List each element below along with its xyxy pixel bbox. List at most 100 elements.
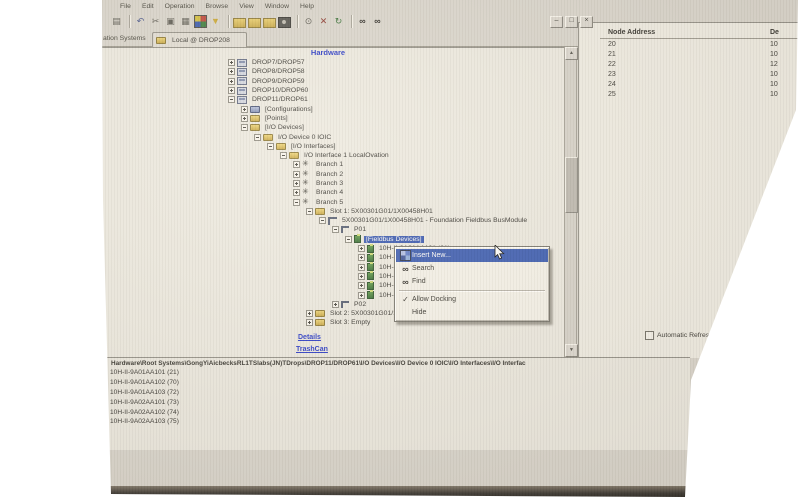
- menu-item[interactable]: Window: [265, 3, 289, 10]
- minus-expander-icon[interactable]: [254, 134, 261, 141]
- minus-expander-icon[interactable]: [267, 143, 274, 150]
- tree-item[interactable]: I/O Interface 1 LocalOvation: [93, 151, 561, 160]
- folder-up-icon[interactable]: [263, 18, 276, 28]
- paste-icon[interactable]: ▦: [179, 15, 192, 28]
- list-item[interactable]: 10H-II-9A02AA101 (73): [97, 397, 690, 407]
- menu-item[interactable]: File: [120, 3, 131, 10]
- plus-expander-icon[interactable]: [358, 264, 365, 271]
- scrollbar-thumb[interactable]: [565, 157, 578, 213]
- tree-scrollbar[interactable]: ▲ ▼: [564, 47, 577, 357]
- tree-item[interactable]: 5X00301G01/1X00458H01 - Foundation Field…: [93, 216, 561, 225]
- node-address-header[interactable]: Node Address: [600, 29, 770, 36]
- minus-expander-icon[interactable]: [345, 236, 352, 243]
- minimize-icon[interactable]: –: [550, 16, 563, 28]
- menu-item[interactable]: Edit: [142, 3, 154, 10]
- tree-item[interactable]: [Fieldbus Devices]: [93, 235, 561, 244]
- minus-expander-icon[interactable]: [280, 152, 287, 159]
- table-row[interactable]: 2010: [600, 39, 800, 49]
- context-menu-item[interactable]: Insert New...: [396, 249, 548, 262]
- tree-item[interactable]: [I/O Devices]: [93, 123, 561, 132]
- tree-item[interactable]: Branch 3: [93, 179, 561, 188]
- tree-item[interactable]: DROP8/DROP58: [93, 67, 561, 76]
- tree-item[interactable]: Branch 4: [93, 188, 561, 197]
- tree-item[interactable]: Branch 2: [93, 170, 561, 179]
- cut-icon[interactable]: ✂: [149, 15, 162, 28]
- delete-icon[interactable]: ✕: [317, 15, 330, 28]
- device-header[interactable]: De: [770, 29, 800, 36]
- table-row[interactable]: 2212: [600, 59, 800, 69]
- menu-item[interactable]: Operation: [165, 3, 195, 10]
- tree-item[interactable]: DROP10/DROP60: [93, 86, 561, 95]
- menu-item[interactable]: Help: [300, 3, 314, 10]
- list-item[interactable]: 10H-II-9A02AA102 (74): [97, 407, 690, 417]
- tree-item[interactable]: DROP11/DROP61: [93, 95, 561, 104]
- context-menu-item[interactable]: Hide: [396, 306, 548, 319]
- automatic-refresh-checkbox[interactable]: [645, 331, 654, 340]
- plus-expander-icon[interactable]: [228, 78, 235, 85]
- plus-expander-icon[interactable]: [293, 180, 300, 187]
- plus-expander-icon[interactable]: [306, 310, 313, 317]
- menu-item[interactable]: Browse: [206, 3, 229, 10]
- plus-expander-icon[interactable]: [228, 68, 235, 75]
- tree-item[interactable]: [Configurations]: [93, 104, 561, 113]
- context-menu-item[interactable]: Find: [396, 275, 548, 288]
- minus-expander-icon[interactable]: [332, 226, 339, 233]
- plus-expander-icon[interactable]: [241, 106, 248, 113]
- context-menu-item[interactable]: Search: [396, 262, 548, 275]
- tree-item[interactable]: Branch 5: [93, 197, 561, 206]
- table-row[interactable]: 2110: [600, 49, 800, 59]
- refresh-icon[interactable]: ↻: [332, 15, 345, 28]
- print-icon[interactable]: ▤: [110, 15, 123, 28]
- restore-icon[interactable]: □: [565, 16, 578, 28]
- minus-expander-icon[interactable]: [228, 96, 235, 103]
- plus-expander-icon[interactable]: [293, 171, 300, 178]
- tree-item[interactable]: Slot 1: 5X00301G01/1X00458H01: [93, 207, 561, 216]
- list-item[interactable]: 10H-II-9A01AA102 (70): [97, 378, 690, 388]
- tree-item[interactable]: [I/O Interfaces]: [93, 142, 561, 151]
- trashcan-link[interactable]: TrashCan: [296, 346, 328, 353]
- plus-expander-icon[interactable]: [358, 245, 365, 252]
- list-item[interactable]: 10H-II-9A02AA103 (75): [97, 417, 690, 427]
- minus-expander-icon[interactable]: [241, 124, 248, 131]
- plus-expander-icon[interactable]: [358, 273, 365, 280]
- tree-item[interactable]: Branch 1: [93, 160, 561, 169]
- filter-icon[interactable]: ▼: [209, 15, 222, 28]
- folder-open-icon[interactable]: [233, 18, 246, 28]
- list-item[interactable]: 10H-II-9A01AA103 (72): [97, 388, 690, 398]
- tree-item[interactable]: DROP9/DROP59: [93, 77, 561, 86]
- table-row[interactable]: 2410: [600, 79, 800, 89]
- details-link[interactable]: Details: [298, 334, 321, 341]
- undo-icon[interactable]: ↶: [134, 15, 147, 28]
- palette-icon[interactable]: [194, 15, 207, 28]
- close-icon[interactable]: ×: [580, 16, 593, 28]
- scroll-up-icon[interactable]: ▲: [565, 47, 578, 60]
- plus-expander-icon[interactable]: [293, 189, 300, 196]
- plus-expander-icon[interactable]: [306, 319, 313, 326]
- tree-item[interactable]: DROP7/DROP57: [93, 58, 561, 67]
- folder-new-icon[interactable]: [248, 18, 261, 28]
- table-row[interactable]: 2510: [600, 89, 800, 99]
- tree-item[interactable]: P01: [93, 225, 561, 234]
- tree-item[interactable]: [Points]: [93, 114, 561, 123]
- zoom-icon[interactable]: ⊙: [302, 15, 315, 28]
- plus-expander-icon[interactable]: [228, 59, 235, 66]
- scroll-down-icon[interactable]: ▼: [565, 344, 578, 357]
- minus-expander-icon[interactable]: [319, 217, 326, 224]
- tree-item[interactable]: I/O Device 0 IOIC: [93, 132, 561, 141]
- find-next-icon[interactable]: ∞: [371, 15, 384, 28]
- context-menu-item[interactable]: ✓Allow Docking: [396, 293, 548, 306]
- tab-local-drop208[interactable]: Local @ DROP208: [152, 32, 247, 47]
- binoculars-icon[interactable]: ∞: [356, 15, 369, 28]
- plus-expander-icon[interactable]: [241, 115, 248, 122]
- copy-icon[interactable]: ▣: [164, 15, 177, 28]
- minus-expander-icon[interactable]: [306, 208, 313, 215]
- plus-expander-icon[interactable]: [358, 254, 365, 261]
- minus-expander-icon[interactable]: [293, 199, 300, 206]
- plus-expander-icon[interactable]: [358, 282, 365, 289]
- plus-expander-icon[interactable]: [358, 292, 365, 299]
- plus-expander-icon[interactable]: [332, 301, 339, 308]
- list-item[interactable]: 10H-II-9A01AA101 (21): [97, 368, 690, 378]
- table-row[interactable]: 2310: [600, 69, 800, 79]
- plus-expander-icon[interactable]: [228, 87, 235, 94]
- camera-icon[interactable]: [278, 17, 291, 28]
